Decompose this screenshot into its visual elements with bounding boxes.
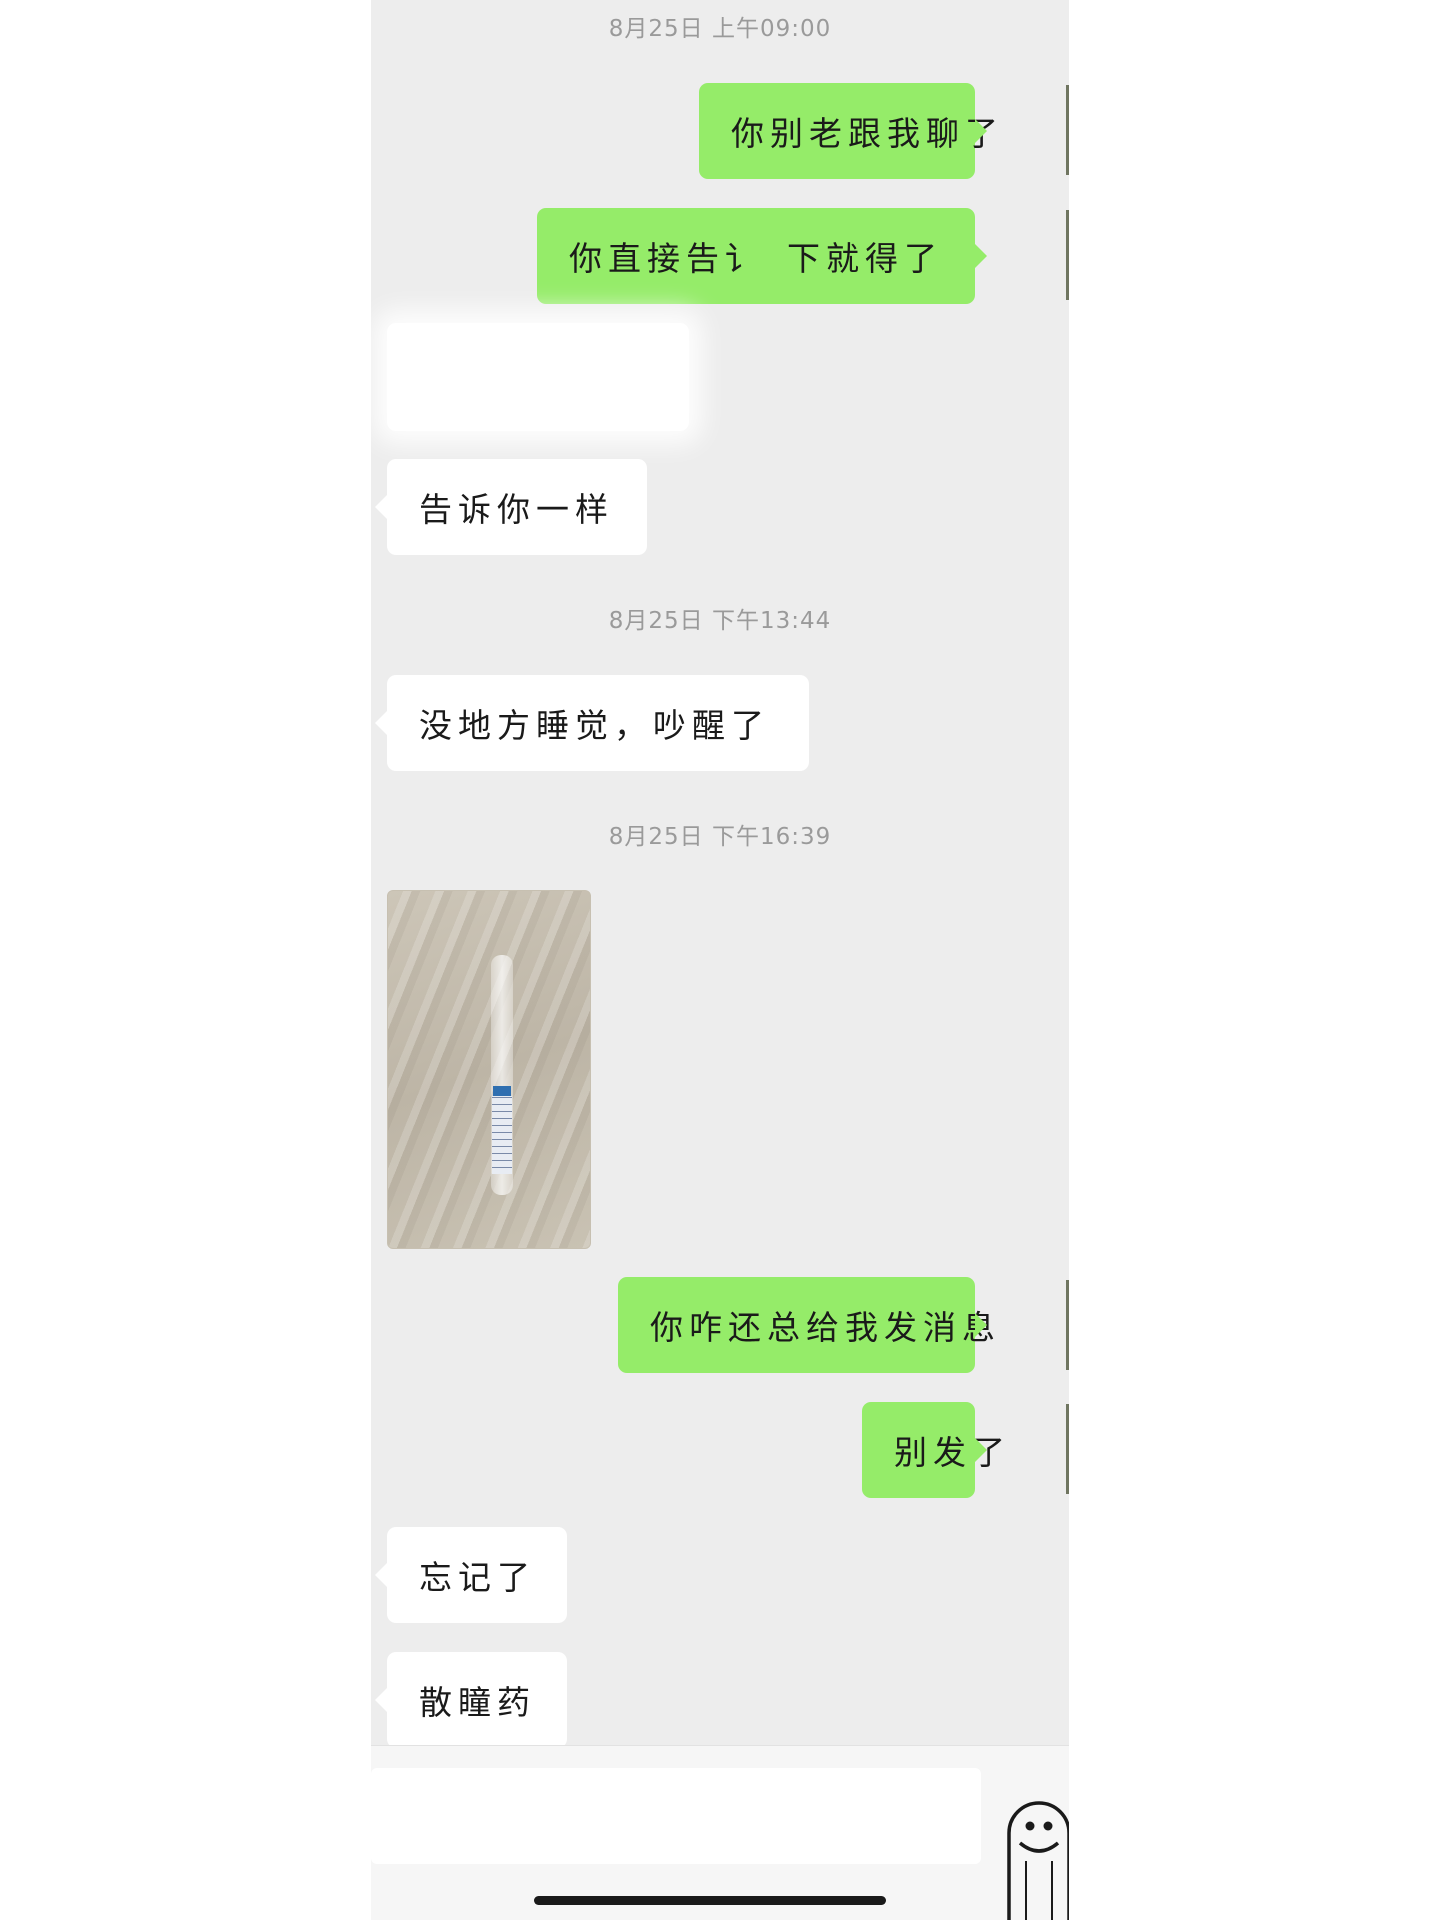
avatar-edge[interactable]	[1066, 1404, 1069, 1494]
received-message[interactable]: 告诉你一样	[375, 459, 647, 555]
chat-screen: 8月25日 上午09:00 你别老跟我聊了 你直接告讠 下就得了 告诉你一样 8…	[371, 0, 1069, 1920]
message-text: 没地方睡觉，吵醒了	[419, 706, 770, 745]
vial-label	[492, 1096, 512, 1174]
message-text: 别发了	[894, 1433, 1011, 1472]
received-message[interactable]: 散瞳药	[375, 1652, 567, 1748]
message-text: 你直接告讠	[569, 239, 764, 278]
emoji-face-icon[interactable]	[1006, 1791, 1069, 1920]
blurred-message	[387, 323, 689, 431]
timestamp: 8月25日 下午16:39	[608, 824, 832, 850]
photo-message[interactable]	[387, 890, 591, 1249]
message-text: 下就得了	[787, 239, 943, 278]
sent-message[interactable]: 别发了	[862, 1402, 1005, 1498]
received-message[interactable]: 忘记了	[375, 1527, 567, 1623]
sent-message[interactable]: 你别老跟我聊了	[699, 83, 998, 179]
message-text: 你咋还总给我发消息	[650, 1308, 1001, 1347]
message-text: 告诉你一样	[419, 490, 614, 529]
message-text: 忘记了	[419, 1558, 536, 1597]
timestamp: 8月25日 上午09:00	[608, 16, 832, 42]
message-text: 散瞳药	[419, 1683, 536, 1722]
sent-message[interactable]: 你直接告讠 下就得了	[537, 208, 987, 304]
avatar-edge[interactable]	[1066, 210, 1069, 300]
home-indicator	[534, 1896, 886, 1905]
avatar-edge[interactable]	[1066, 1280, 1069, 1370]
message-input[interactable]	[371, 1768, 981, 1864]
avatar-edge[interactable]	[1066, 85, 1069, 175]
received-message[interactable]: 没地方睡觉，吵醒了	[375, 675, 809, 771]
timestamp: 8月25日 下午13:44	[608, 608, 832, 634]
input-bar	[371, 1745, 1069, 1920]
message-text: 你别老跟我聊了	[731, 114, 1004, 153]
sent-message[interactable]: 你咋还总给我发消息	[618, 1277, 995, 1373]
